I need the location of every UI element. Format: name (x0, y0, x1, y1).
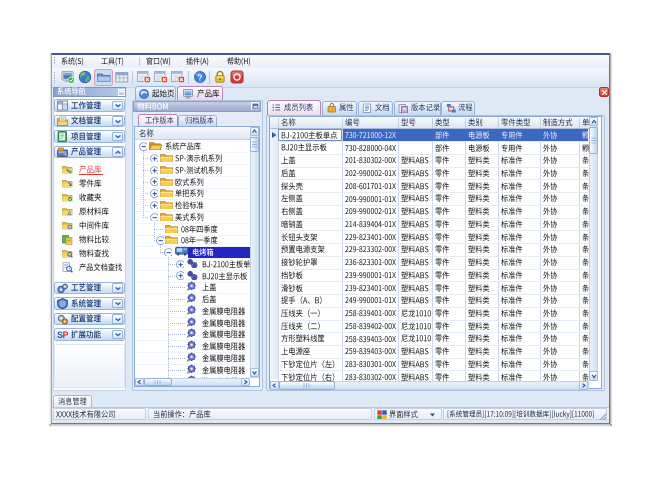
svg-text:?: ? (197, 72, 202, 82)
svg-text:P: P (62, 330, 68, 340)
